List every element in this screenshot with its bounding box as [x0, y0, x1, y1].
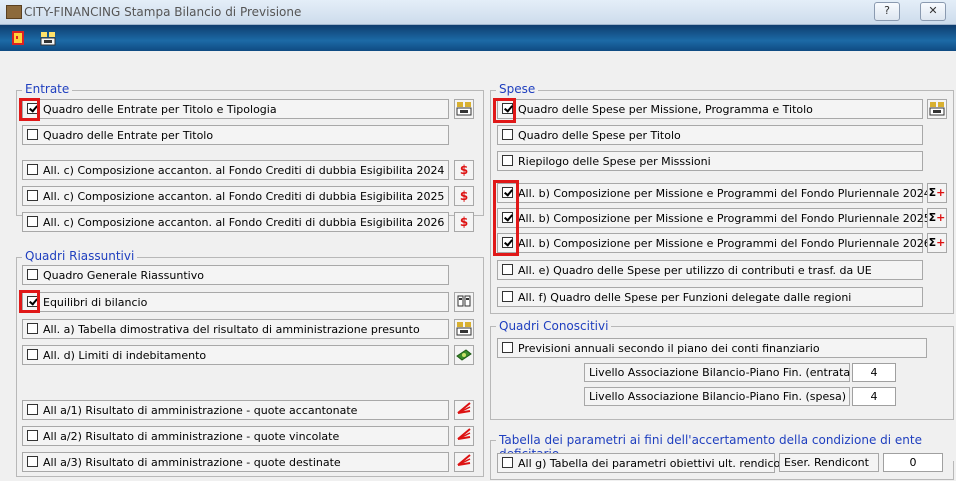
entrate-title: Entrate — [22, 82, 73, 96]
entrate-row-titolo[interactable]: Quadro delle Entrate per Titolo — [22, 125, 449, 145]
money-icon[interactable] — [454, 345, 474, 365]
livello-entrata-label: Livello Associazione Bilancio-Piano Fin.… — [584, 363, 850, 382]
checkbox[interactable] — [27, 216, 38, 227]
row-label: All. f) Quadro delle Spese per Funzioni … — [518, 291, 852, 304]
checkbox[interactable] — [502, 457, 513, 468]
checkbox[interactable] — [27, 349, 38, 360]
row-label: All. b) Composizione per Missione e Prog… — [518, 237, 931, 250]
row-label: All a/3) Risultato di amministrazione - … — [43, 456, 341, 469]
sigma-plus-icon[interactable]: Σ+ — [927, 208, 947, 228]
livello-spesa-label: Livello Associazione Bilancio-Piano Fin.… — [584, 387, 850, 406]
print-icon[interactable] — [40, 30, 56, 46]
eser-rendicont-input[interactable]: 0 — [883, 453, 943, 472]
conoscitivi-row-previsioni[interactable]: Previsioni annuali secondo il piano dei … — [497, 338, 927, 358]
highlight-box — [493, 98, 516, 123]
quadri-title: Quadri Riassuntivi — [22, 249, 138, 263]
checkbox[interactable] — [27, 190, 38, 201]
quadri-row-a1-accantonate[interactable]: All a/1) Risultato di amministrazione - … — [22, 400, 449, 420]
quadri-row-a3-destinate[interactable]: All a/3) Risultato di amministrazione - … — [22, 452, 449, 472]
checkbox[interactable] — [27, 404, 38, 415]
spese-row-riepilogo-missioni[interactable]: Riepilogo delle Spese per Misssioni — [497, 151, 923, 171]
checkbox[interactable] — [502, 129, 513, 140]
help-button[interactable]: ? — [874, 2, 900, 21]
dollar-icon[interactable]: $ — [454, 186, 474, 206]
print-icon-button[interactable] — [927, 99, 947, 119]
row-label: All. c) Composizione accanton. al Fondo … — [43, 216, 445, 229]
checkbox[interactable] — [502, 264, 513, 275]
spese-row-fpv-2025[interactable]: All. b) Composizione per Missione e Prog… — [497, 208, 931, 228]
highlight-box — [19, 98, 40, 121]
dollar-icon[interactable]: $ — [454, 160, 474, 180]
chart-icon[interactable] — [454, 452, 474, 472]
entrate-row-titolo-tipologia[interactable]: Quadro delle Entrate per Titolo e Tipolo… — [22, 99, 449, 119]
quadri-row-equilibri[interactable]: Equilibri di bilancio — [22, 292, 449, 312]
row-label: All a/2) Risultato di amministrazione - … — [43, 430, 340, 443]
row-label: Equilibri di bilancio — [43, 296, 148, 309]
spese-row-funzioni-delegate[interactable]: All. f) Quadro delle Spese per Funzioni … — [497, 287, 923, 307]
row-label: Quadro delle Spese per Missione, Program… — [518, 103, 813, 116]
quadri-row-generale[interactable]: Quadro Generale Riassuntivo — [22, 265, 449, 285]
row-label: All g) Tabella dei parametri obiettivi u… — [518, 457, 799, 470]
exit-door-icon[interactable] — [10, 30, 26, 46]
checkbox[interactable] — [27, 323, 38, 334]
spese-title: Spese — [496, 82, 539, 96]
print-icon-button[interactable] — [454, 99, 474, 119]
highlight-box — [19, 290, 40, 313]
spese-row-contributi-ue[interactable]: All. e) Quadro delle Spese per utilizzo … — [497, 260, 923, 280]
parametri-row-tabella[interactable]: All g) Tabella dei parametri obiettivi u… — [497, 453, 798, 473]
row-label: Quadro delle Entrate per Titolo e Tipolo… — [43, 103, 277, 116]
spese-row-fpv-2024[interactable]: All. b) Composizione per Missione e Prog… — [497, 183, 931, 203]
eser-rendicont-label: Eser. Rendicont — [779, 453, 879, 472]
print-icon-button[interactable] — [454, 319, 474, 339]
row-label: All. c) Composizione accanton. al Fondo … — [43, 190, 445, 203]
entrate-row-fcde-2025[interactable]: All. c) Composizione accanton. al Fondo … — [22, 186, 449, 206]
checkbox[interactable] — [502, 155, 513, 166]
row-label: All. b) Composizione per Missione e Prog… — [518, 212, 931, 225]
checkbox[interactable] — [27, 456, 38, 467]
livello-entrata-input[interactable]: 4 — [852, 363, 896, 382]
row-label: Quadro delle Entrate per Titolo — [43, 129, 214, 142]
row-label: Riepilogo delle Spese per Misssioni — [518, 155, 711, 168]
checkbox[interactable] — [502, 291, 513, 302]
sigma-plus-icon[interactable]: Σ+ — [927, 233, 947, 253]
quadri-row-limiti-indebitamento[interactable]: All. d) Limiti di indebitamento — [22, 345, 449, 365]
row-label: Quadro Generale Riassuntivo — [43, 269, 204, 282]
row-label: All. b) Composizione per Missione e Prog… — [518, 187, 931, 200]
toolbar — [0, 25, 956, 51]
spese-row-fpv-2026[interactable]: All. b) Composizione per Missione e Prog… — [497, 233, 931, 253]
checkbox[interactable] — [27, 430, 38, 441]
sigma-plus-icon[interactable]: Σ+ — [927, 183, 947, 203]
close-button[interactable]: ✕ — [920, 2, 946, 21]
row-label: All. e) Quadro delle Spese per utilizzo … — [518, 264, 872, 277]
chart-icon[interactable] — [454, 426, 474, 446]
dollar-icon[interactable]: $ — [454, 212, 474, 232]
spese-row-titolo[interactable]: Quadro delle Spese per Titolo — [497, 125, 923, 145]
row-label: Quadro delle Spese per Titolo — [518, 129, 681, 142]
conoscitivi-title: Quadri Conoscitivi — [496, 319, 612, 333]
checkbox[interactable] — [502, 342, 513, 353]
chart-icon[interactable] — [454, 400, 474, 420]
window-title: CITY-FINANCING Stampa Bilancio di Previs… — [24, 5, 302, 19]
entrate-row-fcde-2026[interactable]: All. c) Composizione accanton. al Fondo … — [22, 212, 449, 232]
row-label: All. d) Limiti di indebitamento — [43, 349, 207, 362]
row-label: All. c) Composizione accanton. al Fondo … — [43, 164, 445, 177]
entrate-row-fcde-2024[interactable]: All. c) Composizione accanton. al Fondo … — [22, 160, 449, 180]
checkbox[interactable] — [27, 129, 38, 140]
checkbox[interactable] — [27, 164, 38, 175]
spese-row-missione-programma-titolo[interactable]: Quadro delle Spese per Missione, Program… — [497, 99, 923, 119]
quadri-row-a2-vincolate[interactable]: All a/2) Risultato di amministrazione - … — [22, 426, 449, 446]
livello-spesa-input[interactable]: 4 — [852, 387, 896, 406]
checkbox[interactable] — [27, 269, 38, 280]
app-icon — [6, 5, 22, 19]
row-label: All a/1) Risultato di amministrazione - … — [43, 404, 358, 417]
row-label: Previsioni annuali secondo il piano dei … — [518, 342, 820, 355]
highlight-box — [493, 180, 519, 256]
quadri-row-tabella-dimostrativa[interactable]: All. a) Tabella dimostrativa del risulta… — [22, 319, 449, 339]
row-label: All. a) Tabella dimostrativa del risulta… — [43, 323, 420, 336]
balance-icon[interactable] — [454, 292, 474, 312]
title-bar: CITY-FINANCING Stampa Bilancio di Previs… — [0, 0, 956, 25]
